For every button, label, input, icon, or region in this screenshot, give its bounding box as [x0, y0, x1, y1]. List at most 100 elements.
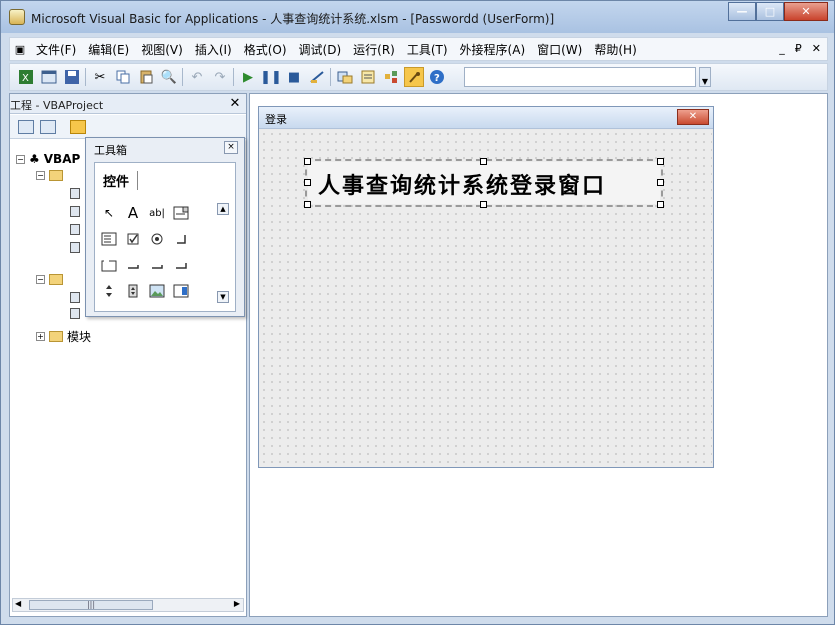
mdi-minimize-button[interactable]: _: [779, 42, 785, 55]
toolbox-close-button[interactable]: ×: [224, 141, 238, 154]
frame-tool-icon[interactable]: [99, 255, 119, 275]
tree-node-forms[interactable]: −: [36, 274, 63, 285]
resize-handle[interactable]: [657, 201, 664, 208]
resize-handle[interactable]: [480, 158, 487, 165]
menu-file[interactable]: 文件(F): [30, 41, 82, 58]
select-objects-icon[interactable]: ↖: [99, 203, 119, 223]
design-mode-icon[interactable]: [307, 67, 327, 87]
collapse-icon[interactable]: −: [16, 154, 25, 164]
resize-handle[interactable]: [657, 158, 664, 165]
excel-icon[interactable]: X: [16, 67, 36, 87]
image-tool-icon[interactable]: [147, 281, 167, 301]
listbox-tool-icon[interactable]: [99, 229, 119, 249]
tree-node-modules[interactable]: + 模块: [36, 328, 91, 345]
properties-icon[interactable]: [358, 67, 378, 87]
vba-editor-window: Microsoft Visual Basic for Applications …: [0, 0, 835, 625]
scrollbar-tool-icon[interactable]: [99, 281, 119, 301]
cut-icon[interactable]: ✂: [90, 67, 110, 87]
reset-icon[interactable]: ■: [284, 67, 304, 87]
collapse-icon[interactable]: −: [36, 275, 45, 284]
save-icon[interactable]: [62, 67, 82, 87]
tree-node-sheet[interactable]: [70, 206, 80, 217]
run-icon[interactable]: ▶: [238, 67, 258, 87]
project-explorer-icon[interactable]: [335, 67, 355, 87]
spinbutton-tool-icon[interactable]: [123, 281, 143, 301]
toggle-folders-icon[interactable]: [70, 120, 86, 134]
menu-format[interactable]: 格式(O): [238, 41, 293, 58]
toolbox-scrollbar[interactable]: ▲ ▼: [217, 203, 229, 303]
menu-help[interactable]: 帮助(H): [588, 41, 642, 58]
menu-edit[interactable]: 编辑(E): [82, 41, 135, 58]
minimize-button[interactable]: —: [728, 2, 756, 21]
commandbutton-tool-icon[interactable]: [123, 255, 143, 275]
menu-addins[interactable]: 外接程序(A): [454, 41, 532, 58]
toolbar-separator: [330, 68, 332, 86]
tree-node-label: 模块: [67, 330, 92, 344]
combobox-tool-icon[interactable]: [171, 203, 191, 223]
textbox-tool-icon[interactable]: ab|: [147, 203, 167, 223]
menu-insert[interactable]: 插入(I): [189, 41, 238, 58]
label-tool-icon[interactable]: A: [123, 203, 143, 223]
paste-icon[interactable]: [136, 67, 156, 87]
collapse-icon[interactable]: −: [36, 171, 45, 180]
tree-node-sheet[interactable]: [70, 242, 80, 253]
tree-node-sheet[interactable]: [70, 224, 80, 235]
help-icon[interactable]: ?: [427, 67, 447, 87]
object-browser-icon[interactable]: [381, 67, 401, 87]
menu-tools[interactable]: 工具(T): [401, 41, 454, 58]
toolbox-window[interactable]: 工具箱 × 控件 ↖ A ab| ▲ ▼: [85, 137, 245, 317]
menu-view[interactable]: 视图(V): [135, 41, 189, 58]
tabstrip-tool-icon[interactable]: [147, 255, 167, 275]
project-pane-horizontal-scrollbar[interactable]: ◀ ||| ▶: [12, 598, 244, 612]
togglebutton-tool-icon[interactable]: [171, 229, 191, 249]
mdi-close-button[interactable]: ✕: [812, 42, 821, 55]
expand-icon[interactable]: +: [36, 332, 45, 341]
menu-run[interactable]: 运行(R): [347, 41, 401, 58]
find-icon[interactable]: 🔍: [159, 67, 179, 87]
resize-handle[interactable]: [480, 201, 487, 208]
view-code-icon[interactable]: [18, 120, 34, 134]
userform-window[interactable]: 登录 ✕ 人事查询统计系统登录窗口: [258, 106, 714, 468]
break-icon[interactable]: ❚❚: [260, 67, 282, 87]
optionbutton-tool-icon[interactable]: [147, 229, 167, 249]
checkbox-tool-icon[interactable]: [123, 229, 143, 249]
resize-handle[interactable]: [657, 179, 664, 186]
mdi-restore-button[interactable]: ₽: [795, 42, 802, 55]
maximize-button[interactable]: □: [756, 2, 784, 21]
userform-close-button[interactable]: ✕: [677, 109, 709, 125]
scroll-up-icon[interactable]: ▲: [217, 203, 229, 215]
resize-handle[interactable]: [304, 179, 311, 186]
window-title: Microsoft Visual Basic for Applications …: [31, 12, 555, 26]
scroll-right-icon[interactable]: ▶: [234, 599, 240, 608]
copy-icon[interactable]: [113, 67, 133, 87]
tree-node-excel-objects[interactable]: −: [36, 170, 63, 181]
menu-debug[interactable]: 调试(D): [293, 41, 348, 58]
tree-node-sheet[interactable]: [70, 188, 80, 199]
svg-text:X: X: [22, 73, 29, 84]
title-label-control[interactable]: 人事查询统计系统登录窗口: [304, 158, 664, 208]
toolbar-location-field[interactable]: [464, 67, 696, 87]
undo-icon[interactable]: ↶: [187, 67, 207, 87]
multipage-tool-icon[interactable]: [171, 255, 191, 275]
redo-icon[interactable]: ↷: [210, 67, 230, 87]
toolbox-icon[interactable]: [404, 67, 424, 87]
tree-node-userform[interactable]: [70, 308, 80, 319]
resize-handle[interactable]: [304, 158, 311, 165]
scroll-left-icon[interactable]: ◀: [15, 599, 21, 608]
system-menu-icon[interactable]: ▣: [10, 43, 30, 56]
view-object-icon[interactable]: [40, 120, 56, 134]
refedit-tool-icon[interactable]: [171, 281, 191, 301]
menu-window[interactable]: 窗口(W): [531, 41, 588, 58]
tab-controls[interactable]: 控件: [103, 171, 139, 190]
userform-design-grid[interactable]: 人事查询统计系统登录窗口: [260, 130, 712, 467]
chevron-down-icon[interactable]: ▼: [699, 67, 711, 87]
resize-handle[interactable]: [304, 201, 311, 208]
scroll-down-icon[interactable]: ▼: [217, 291, 229, 303]
scrollbar-thumb[interactable]: |||: [29, 600, 153, 610]
insert-userform-icon[interactable]: [39, 67, 59, 87]
project-pane-toolbar: [10, 115, 246, 139]
tree-node-userform[interactable]: [70, 292, 80, 303]
tree-node-vbaproject[interactable]: − ♣ VBAP: [16, 152, 80, 166]
close-button[interactable]: ✕: [784, 2, 828, 21]
project-pane-close-button[interactable]: ✕: [227, 96, 243, 111]
